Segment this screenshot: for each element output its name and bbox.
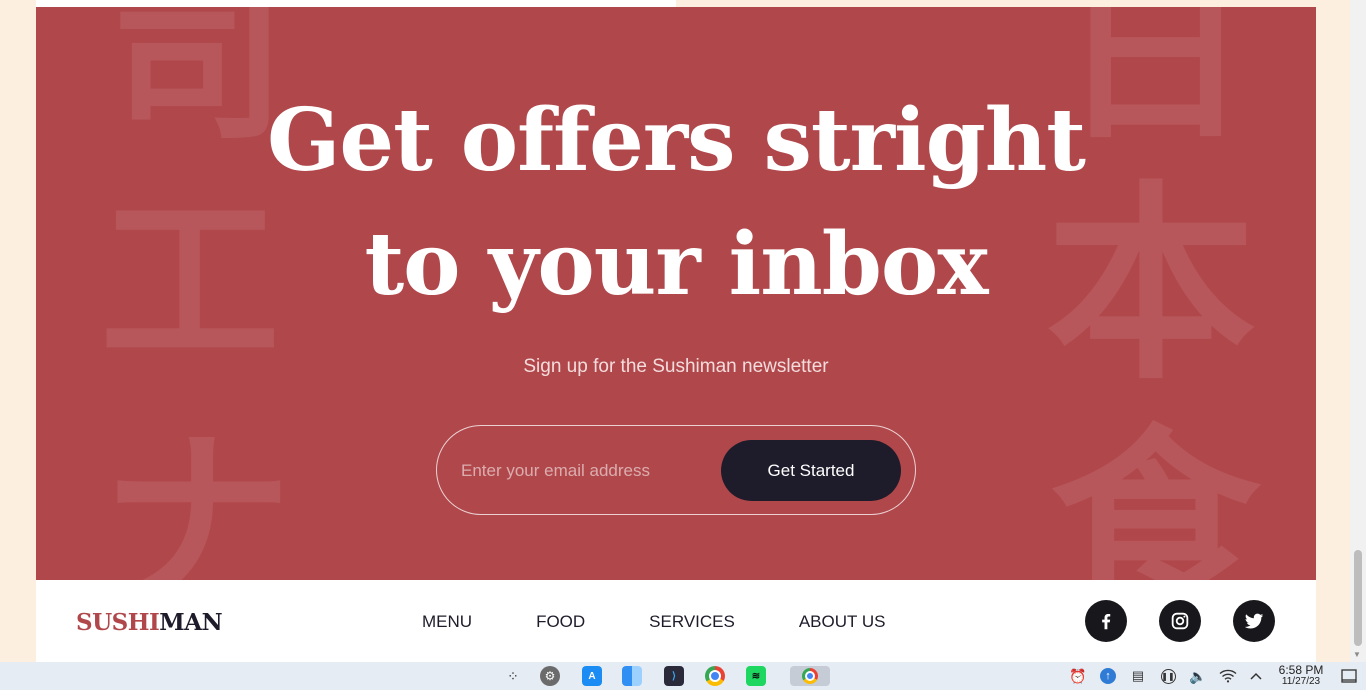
top-strip-cream	[676, 0, 1316, 7]
nav-item-food[interactable]: FOOD	[536, 612, 585, 632]
taskbar: ⁘ ⚙ A ⟩ ≋ ⏰ ↑ ▤ ❚❚ 🔈 6:58 PM 11/27/23	[0, 662, 1366, 690]
clock-date: 11/27/23	[1281, 676, 1321, 687]
newsletter-section: 司 工 ナ 日 本 食 Get offers stright to your i…	[36, 7, 1316, 580]
clock-time: 6:58 PM	[1278, 663, 1324, 677]
background-kanji: ナ	[102, 411, 293, 581]
logo-part-1: SUSHI	[76, 609, 160, 636]
top-strip-white	[36, 0, 676, 7]
newsletter-form: Get Started	[436, 425, 916, 515]
app-store-icon[interactable]: A	[582, 666, 602, 686]
facebook-button[interactable]	[1085, 600, 1127, 642]
alarm-icon[interactable]: ⏰	[1068, 666, 1088, 686]
vscode-icon[interactable]: ⟩	[664, 666, 684, 686]
volume-icon[interactable]: 🔈	[1188, 666, 1208, 686]
clipboard-icon[interactable]: ▤	[1128, 666, 1148, 686]
system-settings-icon[interactable]: ⚙	[540, 666, 560, 686]
wifi-icon[interactable]	[1218, 666, 1238, 686]
spotify-icon[interactable]: ≋	[746, 666, 766, 686]
footer-nav: MENU FOOD SERVICES ABOUT US	[422, 612, 949, 632]
headline-line-2: to your inbox	[364, 214, 988, 315]
chrome-icon[interactable]	[705, 666, 725, 686]
sushiman-logo[interactable]: SUSHIMAN	[76, 609, 223, 636]
headline: Get offers stright to your inbox	[36, 79, 1316, 327]
nav-item-services[interactable]: SERVICES	[649, 612, 735, 632]
finder-icon[interactable]	[622, 666, 642, 686]
instagram-icon	[1171, 612, 1189, 630]
site-footer: SUSHIMAN MENU FOOD SERVICES ABOUT US	[36, 580, 1316, 662]
facebook-icon	[1102, 613, 1111, 630]
scroll-down-arrow-icon[interactable]: ▼	[1353, 650, 1361, 659]
headline-line-1: Get offers stright	[266, 90, 1086, 191]
newsletter-subtitle: Sign up for the Sushiman newsletter	[523, 356, 829, 377]
chevron-up-icon[interactable]	[1246, 666, 1266, 686]
scrollbar-thumb[interactable]	[1354, 550, 1362, 646]
get-started-button[interactable]: Get Started	[721, 440, 901, 501]
twitter-icon	[1244, 613, 1264, 629]
pause-icon[interactable]: ❚❚	[1158, 666, 1178, 686]
nav-item-menu[interactable]: MENU	[422, 612, 472, 632]
notification-center-icon[interactable]	[1339, 666, 1359, 686]
launcher-icon[interactable]: ⁘	[503, 666, 523, 686]
twitter-button[interactable]	[1233, 600, 1275, 642]
instagram-button[interactable]	[1159, 600, 1201, 642]
logo-part-2: MAN	[159, 609, 223, 636]
system-clock[interactable]: 6:58 PM 11/27/23	[1272, 664, 1330, 688]
update-icon[interactable]: ↑	[1098, 666, 1118, 686]
background-kanji: 食	[1050, 407, 1261, 581]
email-input[interactable]	[459, 454, 713, 488]
page-scrollbar[interactable]: ▼	[1350, 0, 1366, 662]
chrome-active-icon[interactable]	[790, 666, 830, 686]
nav-item-about-us[interactable]: ABOUT US	[799, 612, 886, 632]
